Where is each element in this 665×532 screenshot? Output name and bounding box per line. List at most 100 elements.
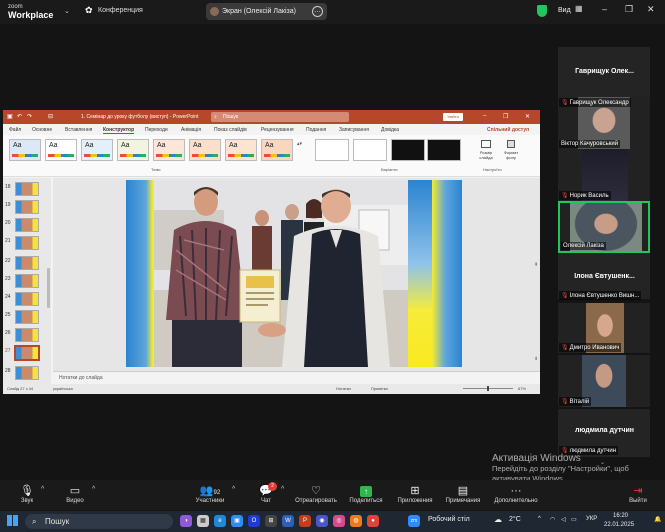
- chevron-up-icon[interactable]: ^: [92, 486, 95, 493]
- tab-view[interactable]: Подання: [306, 127, 326, 133]
- weather-temp[interactable]: 2°C: [509, 516, 521, 523]
- clock-date[interactable]: 22.01.2025: [604, 522, 634, 528]
- participant-tile[interactable]: 🎙Гаврищук Олександр Віктор Качуровський: [558, 97, 650, 149]
- close-icon[interactable]: ✕: [647, 4, 655, 15]
- slide-thumb[interactable]: [15, 182, 39, 196]
- browser-icon[interactable]: ●: [367, 515, 379, 527]
- conference-label[interactable]: Конференция: [98, 7, 143, 14]
- windows-start-icon[interactable]: [7, 515, 18, 526]
- desktop-label[interactable]: Робочий стіл: [428, 516, 470, 523]
- screen-share-chip[interactable]: Экран (Олексій Лакіза) …: [206, 3, 327, 20]
- theme-thumb[interactable]: Aa: [45, 139, 77, 161]
- slide-thumb[interactable]: [15, 236, 39, 250]
- theme-thumb[interactable]: Aa: [9, 139, 41, 161]
- participants-button[interactable]: 👥92 Участники: [192, 484, 228, 504]
- participant-tile-active[interactable]: Олексій Лакіза: [558, 201, 650, 253]
- undo-icon[interactable]: ↶: [17, 113, 22, 120]
- volume-icon[interactable]: ◁: [561, 516, 566, 523]
- outlook-icon[interactable]: O: [248, 515, 260, 527]
- ppt-close-icon[interactable]: ✕: [525, 113, 530, 120]
- save-icon[interactable]: ▣: [7, 113, 13, 120]
- chevron-up-icon[interactable]: ^: [281, 486, 284, 493]
- participant-tile[interactable]: 🎙Віталій: [558, 355, 650, 407]
- view-button[interactable]: Вид: [558, 7, 571, 14]
- theme-thumb[interactable]: Aa: [153, 139, 185, 161]
- scroll-down-icon[interactable]: ⇟: [534, 356, 538, 362]
- chevron-up-icon[interactable]: ^: [41, 486, 44, 493]
- ppt-maximize-icon[interactable]: ❐: [503, 113, 508, 120]
- more-button[interactable]: ··· Дополнительно: [491, 484, 541, 504]
- slide-thumb-selected[interactable]: [14, 345, 40, 361]
- slide-thumb[interactable]: [15, 218, 39, 232]
- chrome-icon[interactable]: ◉: [316, 515, 328, 527]
- store-icon[interactable]: ▣: [231, 515, 243, 527]
- more-options-icon[interactable]: …: [312, 6, 323, 17]
- participant-tile[interactable]: 🎙Дмитро Иванович: [558, 303, 650, 353]
- shield-icon[interactable]: [537, 5, 547, 17]
- tab-transitions[interactable]: Переходи: [145, 127, 168, 133]
- react-button[interactable]: ♡ Отреагировать: [294, 484, 338, 504]
- signin-button[interactable]: Увійти: [443, 113, 463, 121]
- network-icon[interactable]: ◠: [550, 516, 555, 523]
- audio-button[interactable]: 🎙 Звук: [16, 484, 38, 504]
- chevron-down-icon[interactable]: ⌄: [64, 7, 70, 15]
- theme-thumb[interactable]: Aa: [189, 139, 221, 161]
- word-icon[interactable]: W: [282, 515, 294, 527]
- leave-button[interactable]: ⇥ Выйти: [626, 484, 650, 504]
- variant-thumb[interactable]: [353, 139, 387, 161]
- slide-thumb[interactable]: [15, 366, 39, 380]
- maximize-icon[interactable]: ❐: [625, 4, 633, 15]
- scroll-up-icon[interactable]: ⇞: [534, 262, 538, 268]
- slide-thumb[interactable]: [15, 256, 39, 270]
- slide-size-button[interactable]: Розмір слайда: [475, 140, 497, 160]
- view-grid-icon[interactable]: ▦: [575, 4, 583, 13]
- status-language[interactable]: українська: [53, 386, 73, 391]
- slide-thumb[interactable]: [15, 328, 39, 342]
- video-button[interactable]: ▭ Видео: [62, 484, 88, 504]
- variant-thumb[interactable]: [391, 139, 425, 161]
- input-language[interactable]: УКР: [586, 516, 597, 522]
- firefox-icon[interactable]: ◍: [350, 515, 362, 527]
- redo-icon[interactable]: ↷: [27, 113, 32, 120]
- ppt-search-input[interactable]: ⌕ Пошук: [211, 112, 349, 122]
- zoom-slider-thumb[interactable]: [487, 386, 489, 391]
- clock-time[interactable]: 16:20: [613, 513, 628, 519]
- tray-chevron-icon[interactable]: ^: [538, 516, 541, 522]
- slide-thumb[interactable]: [15, 274, 39, 288]
- tab-help[interactable]: Довідка: [381, 127, 399, 133]
- windows-app-icon[interactable]: ⊞: [265, 515, 277, 527]
- tab-home[interactable]: Основне: [32, 127, 52, 133]
- tab-slideshow[interactable]: Показ слайдів: [214, 127, 247, 133]
- minimize-icon[interactable]: –: [602, 4, 607, 14]
- tab-review[interactable]: Рецензування: [261, 127, 294, 133]
- notes-button[interactable]: ▤ Примечания: [443, 484, 483, 504]
- slide-thumb[interactable]: [15, 200, 39, 214]
- status-comments-button[interactable]: Примітки: [371, 386, 388, 391]
- edge-icon[interactable]: e: [214, 515, 226, 527]
- theme-thumb[interactable]: Aa: [81, 139, 113, 161]
- slide-thumb[interactable]: [15, 310, 39, 324]
- battery-icon[interactable]: ▭: [571, 516, 577, 523]
- ppt-minimize-icon[interactable]: –: [483, 113, 486, 119]
- variant-thumb[interactable]: [427, 139, 461, 161]
- zoom-taskbar-icon[interactable]: zm: [408, 515, 420, 527]
- theme-thumb[interactable]: Aa: [117, 139, 149, 161]
- variant-thumb[interactable]: [315, 139, 349, 161]
- notes-pane[interactable]: Нотатки до слайда: [53, 371, 540, 383]
- format-background-button[interactable]: Формат фону: [499, 140, 523, 160]
- theme-thumb[interactable]: Aa: [225, 139, 257, 161]
- present-icon[interactable]: ⊟: [48, 113, 53, 120]
- tab-recording[interactable]: Записування: [339, 127, 369, 133]
- tab-design[interactable]: Конструктор: [103, 127, 135, 134]
- share-screen-button[interactable]: ↑ Поделиться: [348, 484, 384, 504]
- taskbar-search[interactable]: ⌕ Пошук: [25, 514, 173, 529]
- tab-insert[interactable]: Вставлення: [65, 127, 92, 133]
- participant-tile[interactable]: 🎙Норик Василь: [558, 149, 650, 201]
- status-zoom-level[interactable]: 67%: [518, 386, 526, 391]
- status-notes-button[interactable]: Нотатки: [336, 386, 351, 391]
- themes-scroll-icon[interactable]: ▴▾: [297, 141, 302, 147]
- slide-thumb[interactable]: [15, 292, 39, 306]
- powerpoint-icon[interactable]: P: [299, 515, 311, 527]
- tab-animations[interactable]: Анімація: [181, 127, 201, 133]
- theme-thumb[interactable]: Aa: [261, 139, 293, 161]
